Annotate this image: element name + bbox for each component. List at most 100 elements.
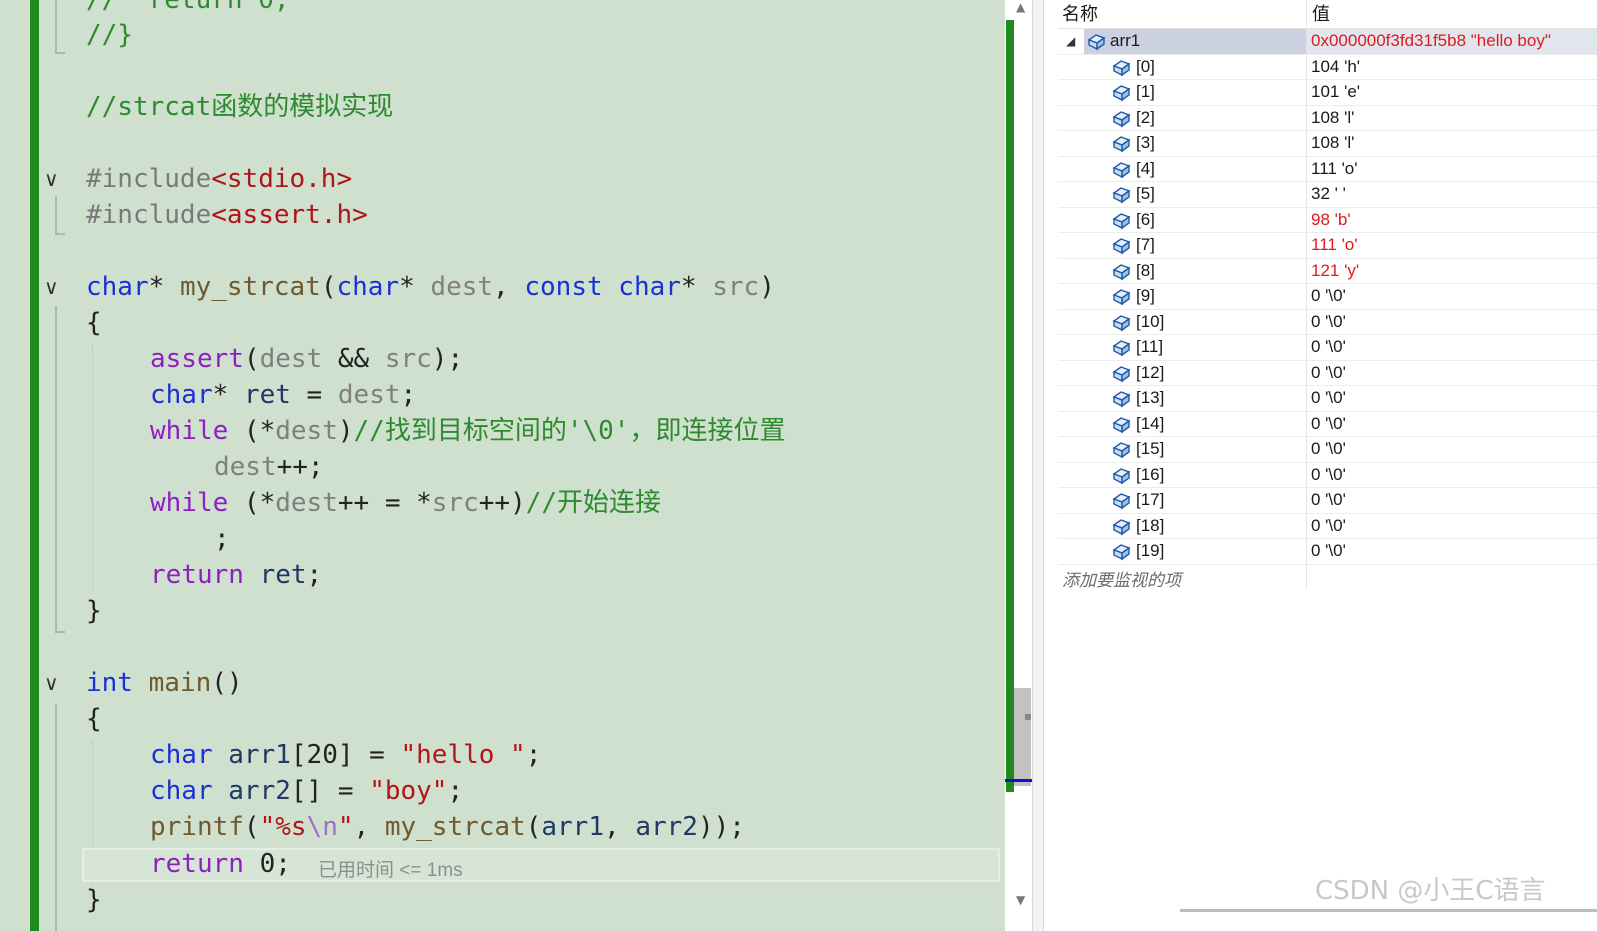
perf-tip[interactable]: 已用时间 <= 1ms xyxy=(318,855,463,882)
watch-row[interactable]: [18] 0 '\0' xyxy=(1058,514,1597,539)
function-name-token: my_strcat xyxy=(384,812,526,842)
watch-value-cell[interactable]: 101 'e' xyxy=(1307,80,1597,105)
code-line-16[interactable]: int main() xyxy=(86,665,243,701)
watch-value-cell[interactable]: 0 '\0' xyxy=(1307,361,1597,386)
watch-name: [2] xyxy=(1136,107,1155,127)
watch-value-cell[interactable]: 0 '\0' xyxy=(1307,539,1597,564)
code-line-15[interactable]: } xyxy=(86,593,102,629)
code-editor[interactable]: ∨ ∨ ∨ // return 0; //} //strcat函数的模拟实现 #… xyxy=(0,0,1005,931)
code-line-11[interactable]: dest++; xyxy=(214,449,324,485)
editor-vertical-scrollbar[interactable]: ▲ ▼ xyxy=(1005,0,1032,931)
watch-row[interactable]: [13] 0 '\0' xyxy=(1058,386,1597,412)
scroll-up-icon[interactable]: ▲ xyxy=(1016,0,1025,14)
watch-value-cell[interactable]: 32 ' ' xyxy=(1307,182,1597,207)
watch-row[interactable]: [9] 0 '\0' xyxy=(1058,284,1597,310)
watch-row[interactable]: [14] 0 '\0' xyxy=(1058,412,1597,437)
variable-cube-icon xyxy=(1112,467,1131,484)
watch-row[interactable]: [16] 0 '\0' xyxy=(1058,463,1597,488)
add-watch-placeholder[interactable]: 添加要监视的项 xyxy=(1062,566,1181,591)
watch-name: [0] xyxy=(1136,56,1155,76)
watch-name-cell: [19] xyxy=(1084,539,1306,564)
watch-name-cell: [4] xyxy=(1084,157,1306,182)
code-line-2[interactable]: //} xyxy=(86,17,133,53)
code-line-3[interactable]: //strcat函数的模拟实现 xyxy=(86,89,393,125)
watch-row[interactable]: [17] 0 '\0' xyxy=(1058,488,1597,514)
control-keyword-token: return xyxy=(150,849,244,879)
watch-value-cell[interactable]: 111 'o' xyxy=(1307,157,1597,182)
watch-name-cell: [3] xyxy=(1084,131,1306,156)
fold-toggle-main[interactable]: ∨ xyxy=(44,671,59,695)
watch-row[interactable]: [7] 111 'o' xyxy=(1058,233,1597,259)
column-header-name[interactable]: 名称 xyxy=(1062,0,1098,28)
code-line-8[interactable]: assert(dest && src); xyxy=(150,341,463,377)
watch-value-cell[interactable]: 0 '\0' xyxy=(1307,386,1597,411)
watch-value-cell[interactable]: 108 'l' xyxy=(1307,131,1597,156)
collapse-arrow-icon[interactable]: ◢ xyxy=(1066,34,1075,48)
code-line-18[interactable]: char arr1[20] = "hello "; xyxy=(150,737,541,773)
macro-token: assert xyxy=(150,344,244,374)
watch-value-cell[interactable]: 0 '\0' xyxy=(1307,335,1597,360)
code-line-12[interactable]: while (*dest++ = *src++)//开始连接 xyxy=(150,485,661,521)
watch-name: [16] xyxy=(1136,464,1165,484)
horizontal-scrollbar[interactable] xyxy=(1180,909,1597,912)
watch-value-cell[interactable]: 98 'b' xyxy=(1307,208,1597,233)
punct-token: (* xyxy=(228,416,276,446)
code-line-10[interactable]: while (*dest)//找到目标空间的'\0'，即连接位置 xyxy=(150,413,785,449)
pane-splitter[interactable] xyxy=(1032,0,1044,931)
watch-row[interactable]: [2] 108 'l' xyxy=(1058,106,1597,131)
watch-row[interactable]: [5] 32 ' ' xyxy=(1058,182,1597,208)
code-line-9[interactable]: char* ret = dest; xyxy=(150,377,416,413)
fold-toggle-includes[interactable]: ∨ xyxy=(44,167,59,191)
watch-value-cell[interactable]: 0x000000f3fd31f5b8 "hello boy" xyxy=(1307,29,1597,54)
watch-row[interactable]: [8] 121 'y' xyxy=(1058,259,1597,284)
code-line-6[interactable]: char* my_strcat(char* dest, const char* … xyxy=(86,269,775,305)
watch-value-cell[interactable]: 108 'l' xyxy=(1307,106,1597,131)
code-line-14[interactable]: return ret; xyxy=(150,557,322,593)
variable-cube-icon xyxy=(1112,238,1131,255)
watch-row-root[interactable]: ◢ arr1 0x000000f3fd31f5b8 "hello boy" xyxy=(1058,29,1597,55)
caret-position-marker xyxy=(1005,779,1032,782)
code-line-13[interactable]: ; xyxy=(214,521,230,557)
code-line-5[interactable]: #include<assert.h> xyxy=(86,197,368,233)
change-map-bar xyxy=(1006,20,1014,792)
watch-row[interactable]: [3] 108 'l' xyxy=(1058,131,1597,157)
keyword-token: const xyxy=(524,272,603,302)
string-token: "%s xyxy=(259,812,307,842)
code-line-17[interactable]: { xyxy=(86,701,102,737)
fold-toggle-my-strcat[interactable]: ∨ xyxy=(44,275,59,299)
watch-panel[interactable]: 名称 值 ◢ arr1 0x000000f3fd31f5b8 "hello bo… xyxy=(1044,0,1597,931)
watch-value-cell[interactable]: 0 '\0' xyxy=(1307,437,1597,462)
comment-token: //开始连接 xyxy=(525,488,662,518)
watch-value-cell[interactable]: 0 '\0' xyxy=(1307,284,1597,309)
watch-row[interactable]: [1] 101 'e' xyxy=(1058,80,1597,106)
column-header-value[interactable]: 值 xyxy=(1312,0,1330,28)
keyword-token: char xyxy=(618,272,681,302)
watch-row[interactable]: [15] 0 '\0' xyxy=(1058,437,1597,463)
watch-row[interactable]: [10] 0 '\0' xyxy=(1058,310,1597,335)
watch-row[interactable]: [19] 0 '\0' xyxy=(1058,539,1597,565)
code-line-22[interactable]: } xyxy=(86,882,102,918)
watch-value-cell[interactable]: 0 '\0' xyxy=(1307,514,1597,539)
watch-name-cell: [10] xyxy=(1084,310,1306,335)
watch-value-cell[interactable]: 0 '\0' xyxy=(1307,412,1597,437)
watch-value-cell[interactable]: 0 '\0' xyxy=(1307,463,1597,488)
scrollbar-thumb[interactable] xyxy=(1014,688,1031,786)
watch-row[interactable]: [11] 0 '\0' xyxy=(1058,335,1597,361)
watch-value-cell[interactable]: 0 '\0' xyxy=(1307,488,1597,513)
watch-value-cell[interactable]: 104 'h' xyxy=(1307,55,1597,80)
code-line-7[interactable]: { xyxy=(86,305,102,341)
scroll-down-icon[interactable]: ▼ xyxy=(1016,893,1025,907)
watch-row[interactable]: [12] 0 '\0' xyxy=(1058,361,1597,386)
watch-row[interactable]: [4] 111 'o' xyxy=(1058,157,1597,182)
watch-row[interactable]: [0] 104 'h' xyxy=(1058,55,1597,80)
code-line-21[interactable]: return 0; xyxy=(150,846,291,882)
watch-row[interactable]: [6] 98 'b' xyxy=(1058,208,1597,233)
code-line-4[interactable]: #include<stdio.h> xyxy=(86,161,352,197)
code-line-20[interactable]: printf("%s\n", my_strcat(arr1, arr2)); xyxy=(150,809,745,845)
preprocessor-token: #include xyxy=(86,200,212,230)
watch-value-cell[interactable]: 111 'o' xyxy=(1307,233,1597,258)
code-line-1[interactable]: // return 0; xyxy=(86,0,290,18)
watch-value-cell[interactable]: 0 '\0' xyxy=(1307,310,1597,335)
code-line-19[interactable]: char arr2[] = "boy"; xyxy=(150,773,463,809)
watch-value-cell[interactable]: 121 'y' xyxy=(1307,259,1597,284)
